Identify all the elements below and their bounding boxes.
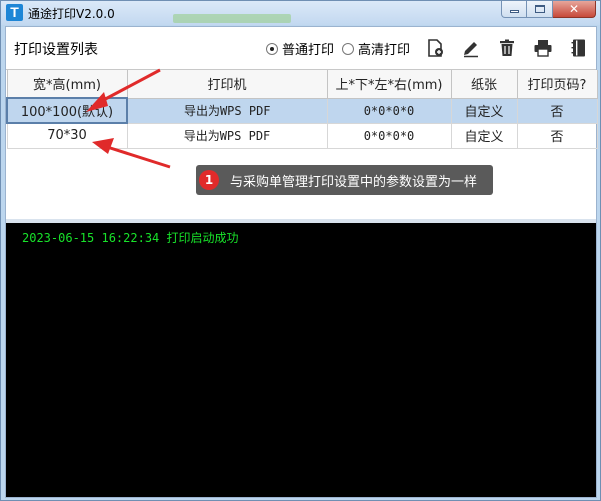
radio-hd-print[interactable]: 高清打印 bbox=[342, 39, 410, 58]
column-header-print-page-number[interactable]: 打印页码? bbox=[516, 70, 598, 99]
edit-icon bbox=[464, 42, 478, 58]
cell-margins[interactable]: 0*0*0*0 bbox=[326, 97, 452, 124]
cell-size[interactable]: 70*30 bbox=[6, 122, 128, 149]
app-window: T 通途打印V2.0.0 ✕ 打印设置列表 普通打印 高清打印 宽*高(mm) … bbox=[0, 0, 601, 501]
annotation-text: 与采购单管理打印设置中的参数设置为一样 bbox=[230, 175, 478, 190]
notebook-button[interactable] bbox=[568, 37, 590, 59]
radio-label: 高清打印 bbox=[358, 43, 411, 58]
cell-print-page-number[interactable]: 否 bbox=[516, 122, 598, 149]
table-header-row: 宽*高(mm) 打印机 上*下*左*右(mm) 纸张 打印页码? bbox=[6, 70, 598, 99]
app-logo-icon: T bbox=[6, 4, 23, 21]
edit-button[interactable] bbox=[460, 37, 482, 59]
title-decoration bbox=[173, 14, 291, 23]
cell-paper[interactable]: 自定义 bbox=[450, 122, 518, 149]
printer-icon bbox=[534, 40, 552, 57]
client-area: 打印设置列表 普通打印 高清打印 宽*高(mm) 打印机 上*下*左*右(mm)… bbox=[5, 26, 598, 498]
print-button[interactable] bbox=[532, 37, 554, 59]
annotation-tooltip: 1 与采购单管理打印设置中的参数设置为一样 bbox=[196, 165, 493, 195]
delete-button[interactable] bbox=[496, 37, 518, 59]
cell-print-page-number[interactable]: 否 bbox=[516, 97, 598, 124]
window-controls: ✕ bbox=[501, 1, 596, 18]
delete-icon bbox=[500, 39, 514, 56]
cell-paper[interactable]: 自定义 bbox=[450, 97, 518, 124]
table-row[interactable]: 100*100(默认) 导出为WPS PDF 0*0*0*0 自定义 否 bbox=[6, 97, 598, 124]
cell-size[interactable]: 100*100(默认) bbox=[6, 97, 128, 124]
close-button[interactable]: ✕ bbox=[553, 1, 596, 18]
cell-printer[interactable]: 导出为WPS PDF bbox=[126, 97, 328, 124]
title-bar[interactable]: T 通途打印V2.0.0 ✕ bbox=[1, 1, 600, 25]
add-file-icon bbox=[428, 39, 443, 57]
column-header-paper[interactable]: 纸张 bbox=[450, 70, 518, 99]
table-row[interactable]: 70*30 导出为WPS PDF 0*0*0*0 自定义 否 bbox=[6, 122, 598, 149]
print-settings-table-area: 宽*高(mm) 打印机 上*下*左*右(mm) 纸张 打印页码? 100*100… bbox=[6, 69, 598, 220]
radio-dot-icon bbox=[266, 42, 278, 55]
maximize-icon bbox=[534, 5, 545, 13]
column-header-printer[interactable]: 打印机 bbox=[126, 70, 328, 99]
radio-normal-print[interactable]: 普通打印 bbox=[266, 39, 334, 58]
minimize-button[interactable] bbox=[501, 1, 527, 18]
toolbar: 打印设置列表 普通打印 高清打印 bbox=[6, 27, 596, 69]
tool-icons bbox=[424, 37, 601, 59]
column-header-size[interactable]: 宽*高(mm) bbox=[6, 70, 128, 99]
add-button[interactable] bbox=[424, 37, 446, 59]
notebook-icon bbox=[571, 39, 585, 57]
window-title: 通途打印V2.0.0 bbox=[28, 7, 115, 21]
minimize-icon bbox=[509, 10, 519, 13]
print-settings-table: 宽*高(mm) 打印机 上*下*左*右(mm) 纸张 打印页码? 100*100… bbox=[6, 70, 598, 149]
radio-dot-icon bbox=[342, 42, 355, 55]
column-header-margins[interactable]: 上*下*左*右(mm) bbox=[326, 70, 452, 99]
maximize-button[interactable] bbox=[527, 1, 553, 18]
log-line: 2023-06-15 16:22:34 打印启动成功 bbox=[22, 231, 239, 245]
annotation-number: 1 bbox=[199, 170, 219, 190]
log-console: 2023-06-15 16:22:34 打印启动成功 bbox=[6, 223, 596, 497]
print-mode-group: 普通打印 高清打印 bbox=[266, 39, 418, 58]
cell-printer[interactable]: 导出为WPS PDF bbox=[126, 122, 328, 149]
cell-margins[interactable]: 0*0*0*0 bbox=[326, 122, 452, 149]
close-icon: ✕ bbox=[568, 2, 580, 16]
radio-label: 普通打印 bbox=[282, 43, 335, 58]
panel-title: 打印设置列表 bbox=[14, 42, 98, 58]
